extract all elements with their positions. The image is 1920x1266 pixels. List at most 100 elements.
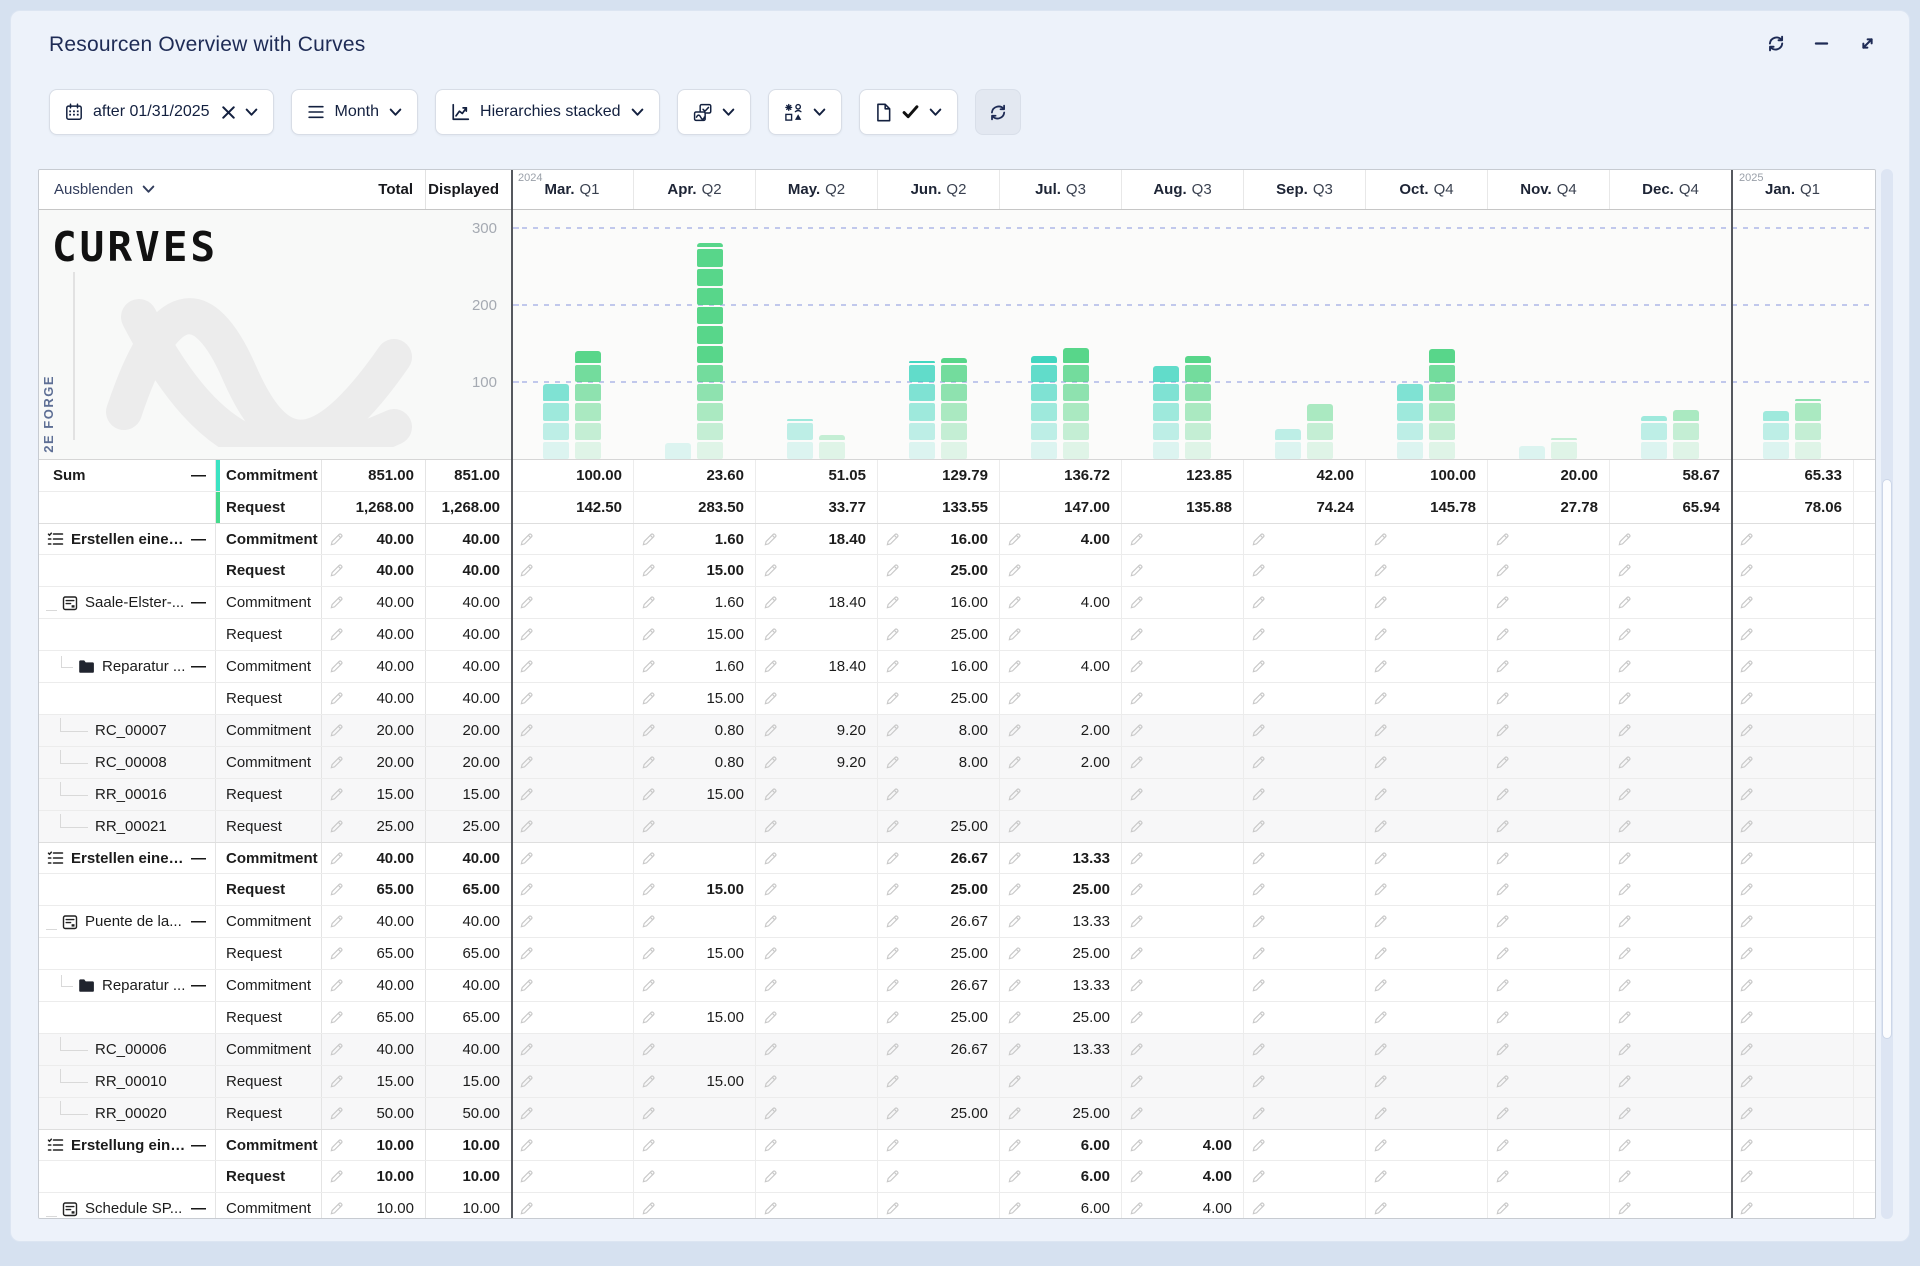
month-cell[interactable]: 25.00 <box>999 1098 1121 1129</box>
edit-pencil-icon[interactable] <box>1617 1042 1632 1057</box>
month-cell[interactable] <box>1365 1161 1487 1192</box>
edit-pencil-icon[interactable] <box>1251 851 1266 866</box>
edit-pencil-icon[interactable] <box>519 851 534 866</box>
edit-pencil-icon[interactable] <box>1251 1106 1266 1121</box>
edit-pencil-icon[interactable] <box>885 914 900 929</box>
month-cell[interactable] <box>1365 683 1487 714</box>
month-cell[interactable]: 25.00 <box>877 811 999 842</box>
month-cell[interactable] <box>1731 1130 1853 1160</box>
month-cell[interactable]: 26.67 <box>877 843 999 873</box>
edit-pencil-icon[interactable] <box>1251 1010 1266 1025</box>
month-cell[interactable] <box>1609 715 1731 746</box>
edit-pencil-icon[interactable] <box>1129 946 1144 961</box>
edit-pencil-icon[interactable] <box>641 819 656 834</box>
month-cell[interactable] <box>877 1193 999 1219</box>
month-cell[interactable] <box>1731 970 1853 1001</box>
month-cell[interactable] <box>1731 843 1853 873</box>
edit-pencil-icon[interactable] <box>1739 1201 1754 1216</box>
edit-pencil-icon[interactable] <box>885 787 900 802</box>
edit-pencil-icon[interactable] <box>763 946 778 961</box>
edit-pencil-icon[interactable] <box>641 1042 656 1057</box>
edit-pencil-icon[interactable] <box>1495 851 1510 866</box>
month-cell[interactable] <box>1243 1130 1365 1160</box>
edit-pencil-icon[interactable] <box>885 851 900 866</box>
edit-pencil-icon[interactable] <box>885 1010 900 1025</box>
edit-pencil-icon[interactable] <box>1129 851 1144 866</box>
edit-pencil-icon[interactable] <box>1373 1074 1388 1089</box>
sync-button[interactable] <box>975 89 1021 135</box>
edit-pencil-icon[interactable] <box>1739 914 1754 929</box>
edit-pencil-icon[interactable] <box>1617 1106 1632 1121</box>
edit-pencil-icon[interactable] <box>1007 1169 1022 1184</box>
month-cell[interactable] <box>1121 1098 1243 1129</box>
edit-pencil-icon[interactable] <box>1373 723 1388 738</box>
edit-pencil-icon[interactable] <box>1007 1074 1022 1089</box>
edit-pencil-icon[interactable] <box>1739 1169 1754 1184</box>
month-cell[interactable] <box>1731 555 1853 586</box>
month-cell[interactable] <box>755 843 877 873</box>
edit-pencil-icon[interactable] <box>763 532 778 547</box>
edit-pencil-icon[interactable] <box>1373 1169 1388 1184</box>
edit-pencil-icon[interactable] <box>1739 978 1754 993</box>
edit-pencil-icon[interactable] <box>885 1138 900 1153</box>
edit-pencil-icon[interactable] <box>1007 1106 1022 1121</box>
edit-pencil-icon[interactable] <box>519 1074 534 1089</box>
edit-pencil-icon[interactable] <box>1129 627 1144 642</box>
edit-pencil-icon[interactable] <box>1495 787 1510 802</box>
month-cell[interactable] <box>1243 843 1365 873</box>
month-cell[interactable] <box>1487 1002 1609 1033</box>
month-cell[interactable] <box>1609 1066 1731 1097</box>
month-cell[interactable]: 18.40 <box>755 524 877 554</box>
month-cell[interactable] <box>511 1098 633 1129</box>
month-cell[interactable] <box>1365 524 1487 554</box>
edit-pencil-icon[interactable] <box>1007 723 1022 738</box>
edit-pencil-icon[interactable] <box>641 691 656 706</box>
month-cell[interactable]: 26.67 <box>877 906 999 937</box>
edit-pencil-icon[interactable] <box>763 1074 778 1089</box>
month-cell[interactable]: 9.20 <box>755 715 877 746</box>
month-cell[interactable] <box>999 555 1121 586</box>
collapse-toggle[interactable]: — <box>191 658 206 675</box>
month-cell[interactable]: 0.80 <box>633 747 755 778</box>
edit-pencil-icon[interactable] <box>1007 914 1022 929</box>
date-filter-chip[interactable]: after 01/31/2025 <box>49 89 274 135</box>
month-cell[interactable]: 16.00 <box>877 524 999 554</box>
document-check-button[interactable] <box>859 89 958 135</box>
total-cell[interactable]: 20.00 <box>321 747 425 778</box>
month-cell[interactable]: 1.60 <box>633 651 755 682</box>
month-cell[interactable] <box>1365 715 1487 746</box>
edit-pencil-icon[interactable] <box>763 819 778 834</box>
edit-pencil-icon[interactable] <box>1251 946 1266 961</box>
total-cell[interactable]: 65.00 <box>321 938 425 969</box>
edit-pencil-icon[interactable] <box>641 882 656 897</box>
edit-pencil-icon[interactable] <box>1129 1201 1144 1216</box>
month-cell[interactable] <box>633 1161 755 1192</box>
month-cell[interactable] <box>511 843 633 873</box>
edit-pencil-icon[interactable] <box>885 563 900 578</box>
month-cell[interactable] <box>1609 970 1731 1001</box>
edit-pencil-icon[interactable] <box>1495 755 1510 770</box>
edit-pencil-icon[interactable] <box>1739 659 1754 674</box>
month-cell[interactable] <box>755 811 877 842</box>
month-cell[interactable]: 4.00 <box>999 524 1121 554</box>
month-cell[interactable] <box>1121 843 1243 873</box>
edit-pencil-icon[interactable] <box>763 978 778 993</box>
month-cell[interactable] <box>1731 906 1853 937</box>
edit-pencil-icon[interactable] <box>1495 1201 1510 1216</box>
month-cell[interactable] <box>1609 747 1731 778</box>
month-cell[interactable] <box>1731 938 1853 969</box>
month-cell[interactable]: 16.00 <box>877 587 999 618</box>
edit-pencil-icon[interactable] <box>519 1201 534 1216</box>
edit-pencil-icon[interactable] <box>763 914 778 929</box>
edit-pencil-icon[interactable] <box>1373 1010 1388 1025</box>
edit-pencil-icon[interactable] <box>1373 659 1388 674</box>
month-cell[interactable] <box>755 874 877 905</box>
edit-pencil-icon[interactable] <box>519 787 534 802</box>
edit-pencil-icon[interactable] <box>763 851 778 866</box>
month-cell[interactable] <box>755 1066 877 1097</box>
month-cell[interactable] <box>1487 1098 1609 1129</box>
month-cell[interactable]: 15.00 <box>633 874 755 905</box>
edit-pencil-icon[interactable] <box>763 882 778 897</box>
month-cell[interactable]: 15.00 <box>633 619 755 650</box>
month-cell[interactable] <box>1609 779 1731 810</box>
